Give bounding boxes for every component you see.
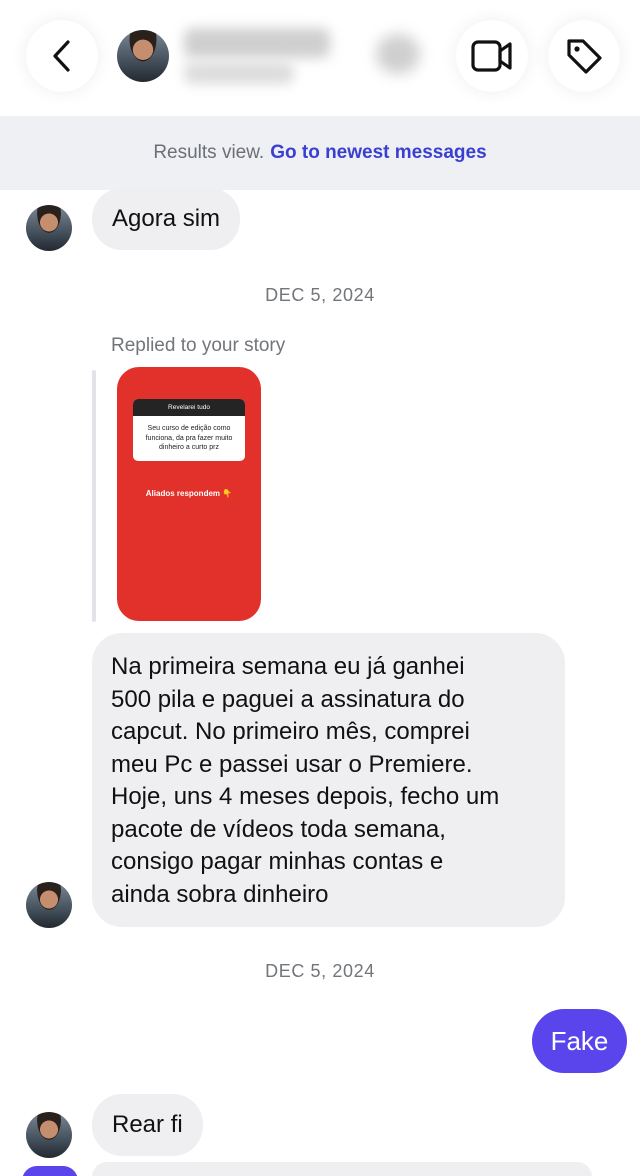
video-call-button[interactable] <box>456 20 528 92</box>
message-text: Fake <box>550 1025 609 1056</box>
go-to-newest-link[interactable]: Go to newest messages <box>270 142 486 164</box>
tag-icon <box>567 39 602 74</box>
message-line: Na primeira semana eu já ganhei <box>111 653 465 680</box>
message-line: pacote de vídeos toda semana, <box>111 815 446 843</box>
sent-message-bubble[interactable]: Fake <box>532 1009 627 1073</box>
reply-indicator-bar <box>92 370 96 622</box>
contact-avatar[interactable] <box>117 30 169 82</box>
received-message-bubble-long[interactable]: Na primeira semana eu já ganhei 500 pila… <box>92 633 565 927</box>
story-caption: Aliados respondem 👇 <box>145 489 233 498</box>
date-separator: DEC 5, 2024 <box>265 961 375 981</box>
message-line: consigo pagar minhas contas e <box>111 848 444 875</box>
message-line: ainda sobra dinheiro <box>111 880 329 908</box>
message-line: 500 pila e paguei a assinatura do <box>111 685 465 713</box>
received-message-bubble[interactable]: Rear fi <box>92 1094 203 1156</box>
sender-avatar[interactable] <box>26 205 72 251</box>
message-line: meu Pc e passei usar o Premiere. <box>111 750 473 778</box>
contact-name-redacted[interactable] <box>184 28 330 58</box>
message-text: Agora sim <box>112 204 221 232</box>
message-line: Hoje, uns 4 meses depois, fecho um <box>111 783 500 810</box>
partial-message-bubble[interactable] <box>92 1162 592 1176</box>
story-reply-label: Replied to your story <box>111 335 286 356</box>
story-question-card: Revelarei tudo Seu curso de edição como … <box>133 399 245 461</box>
video-camera-icon <box>471 40 512 72</box>
message-text: Rear fi <box>112 1110 183 1138</box>
results-view-text: Results view. <box>153 142 265 163</box>
contact-username-redacted <box>184 62 294 84</box>
results-view-banner: Results view. Go to newest messages <box>0 116 640 190</box>
story-preview[interactable]: Revelarei tudo Seu curso de edição como … <box>117 367 261 621</box>
back-button[interactable] <box>26 20 98 92</box>
partial-sent-indicator <box>22 1166 78 1176</box>
chevron-left-icon <box>53 40 70 72</box>
chat-header <box>0 0 640 116</box>
sender-avatar[interactable] <box>26 882 72 928</box>
label-button[interactable] <box>548 20 620 92</box>
redacted-badge <box>376 34 420 74</box>
story-card-text: Seu curso de edição como funciona, da pr… <box>145 425 233 451</box>
date-separator: DEC 5, 2024 <box>265 285 375 305</box>
sender-avatar[interactable] <box>26 1112 72 1158</box>
story-card-title: Revelarei tudo <box>133 399 245 416</box>
message-line: capcut. No primeiro mês, comprei <box>111 718 470 745</box>
received-message-bubble[interactable]: Agora sim <box>92 188 241 250</box>
